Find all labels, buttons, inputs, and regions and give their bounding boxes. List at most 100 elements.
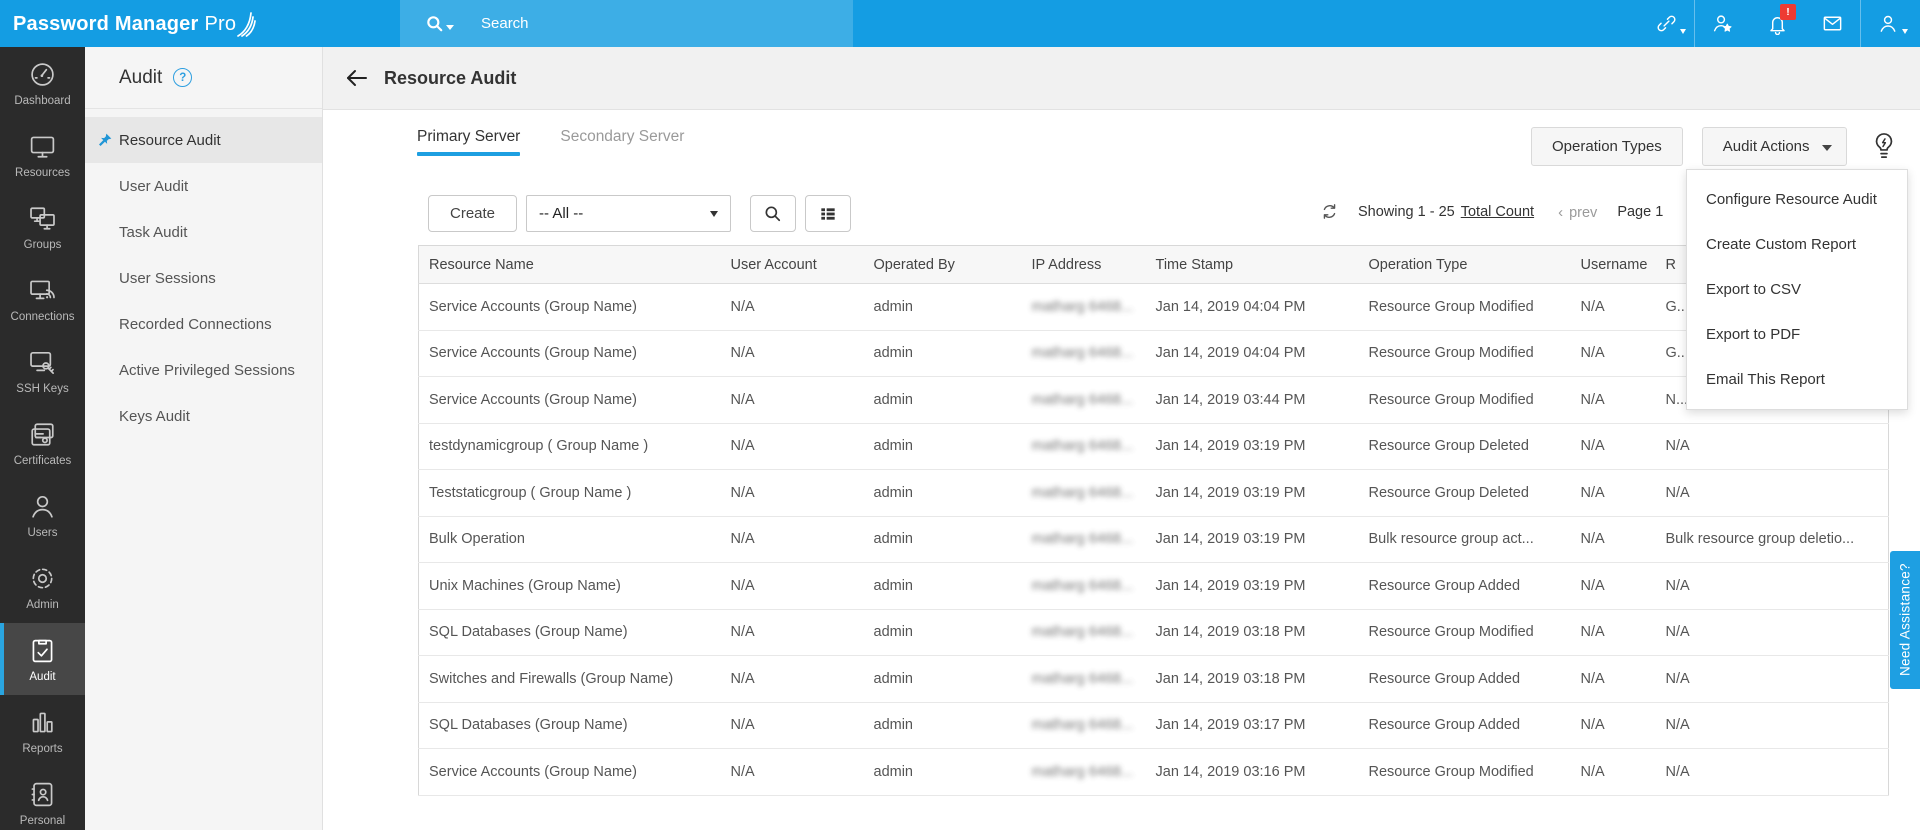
column-header-username[interactable]: Username xyxy=(1570,245,1656,284)
sidebar-item-resources[interactable]: Resources xyxy=(0,119,85,191)
redacted-ip-text: matharg 6468... xyxy=(1031,624,1134,641)
cell-username: N/A xyxy=(1570,516,1656,563)
tab-primary-server[interactable]: Primary Server xyxy=(417,128,521,156)
admin-favorites-icon[interactable] xyxy=(1695,0,1750,47)
column-header-ip-address[interactable]: IP Address xyxy=(1021,245,1146,284)
app-window: Password Manager Pro Search ! Dashboard … xyxy=(0,0,1920,830)
global-search-input[interactable]: Search xyxy=(400,0,853,47)
table-row[interactable]: Service Accounts (Group Name) N/A admin … xyxy=(418,748,1889,796)
redacted-ip-text: matharg 6468... xyxy=(1031,531,1134,548)
filter-dropdown[interactable]: -- All -- xyxy=(526,195,732,232)
total-count-link[interactable]: Total Count xyxy=(1461,204,1534,220)
cell-operation-type: Resource Group Modified xyxy=(1358,330,1571,377)
submenu-item-user-audit[interactable]: User Audit xyxy=(85,163,322,209)
redacted-ip-text: matharg 6468... xyxy=(1031,763,1134,780)
table-row[interactable]: SQL Databases (Group Name) N/A admin mat… xyxy=(418,702,1889,749)
help-icon[interactable]: ? xyxy=(173,68,193,87)
cell-operated-by: admin xyxy=(863,702,1022,749)
sidebar-item-dashboard[interactable]: Dashboard xyxy=(0,47,85,119)
tips-lightbulb-icon[interactable] xyxy=(1869,130,1901,164)
user-menu-icon[interactable] xyxy=(1861,0,1916,47)
cell-username: N/A xyxy=(1570,376,1656,424)
submenu-item-task-audit[interactable]: Task Audit xyxy=(85,209,322,255)
table-row[interactable]: Service Accounts (Group Name) N/A admin … xyxy=(418,283,1889,331)
sidebar-item-audit[interactable]: Audit xyxy=(0,623,85,695)
password-link-icon[interactable] xyxy=(1639,0,1694,47)
cell-user-account: N/A xyxy=(720,562,864,610)
sidebar-item-personal[interactable]: Personal xyxy=(0,767,85,830)
table-row[interactable]: Service Accounts (Group Name) N/A admin … xyxy=(418,376,1889,424)
sidebar-item-users[interactable]: Users xyxy=(0,479,85,551)
need-assistance-tab[interactable]: Need Assistance? xyxy=(1890,551,1920,689)
cell-reason: N/A xyxy=(1655,609,1889,656)
operation-types-button[interactable]: Operation Types xyxy=(1531,127,1683,166)
table-row[interactable]: SQL Databases (Group Name) N/A admin mat… xyxy=(418,609,1889,656)
cell-user-account: N/A xyxy=(720,516,864,563)
refresh-icon[interactable] xyxy=(1320,202,1340,222)
submenu-item-active-privileged-sessions[interactable]: Active Privileged Sessions xyxy=(85,347,322,393)
cell-time-stamp: Jan 14, 2019 03:19 PM xyxy=(1145,423,1359,470)
menu-item-configure-resource-audit[interactable]: Configure Resource Audit xyxy=(1687,177,1907,222)
table-row[interactable]: Switches and Firewalls (Group Name) N/A … xyxy=(418,655,1889,703)
table-search-button[interactable] xyxy=(750,195,797,232)
menu-item-export-to-pdf[interactable]: Export to PDF xyxy=(1687,312,1907,357)
showing-count: Showing 1 - 25 xyxy=(1358,204,1455,220)
content-header: Resource Audit xyxy=(323,47,1920,110)
tab-secondary-server[interactable]: Secondary Server xyxy=(560,128,684,156)
cell-operated-by: admin xyxy=(863,748,1022,796)
audit-actions-button[interactable]: Audit Actions xyxy=(1701,127,1847,166)
app-logo[interactable]: Password Manager Pro xyxy=(13,0,257,47)
cell-ip-address: matharg 6468... xyxy=(1021,516,1146,563)
notifications-bell-icon[interactable]: ! xyxy=(1750,0,1805,47)
cell-username: N/A xyxy=(1570,702,1656,749)
cell-user-account: N/A xyxy=(720,330,864,377)
sidebar-item-admin[interactable]: Admin xyxy=(0,551,85,623)
sidebar-item-certificates[interactable]: Certificates xyxy=(0,407,85,479)
cell-time-stamp: Jan 14, 2019 03:19 PM xyxy=(1145,469,1359,517)
cell-operation-type: Resource Group Added xyxy=(1358,702,1571,749)
sidebar-item-ssh-keys[interactable]: SSH Keys xyxy=(0,335,85,407)
sidebar-item-connections[interactable]: Connections xyxy=(0,263,85,335)
cell-ip-address: matharg 6468... xyxy=(1021,702,1146,749)
sidebar-item-label: SSH Keys xyxy=(16,382,69,395)
sidebar-item-label: Dashboard xyxy=(14,94,71,107)
submenu-item-resource-audit[interactable]: Resource Audit xyxy=(85,117,322,163)
back-arrow-icon[interactable] xyxy=(343,65,369,91)
table-row[interactable]: Teststaticgroup ( Group Name ) N/A admin… xyxy=(418,469,1889,517)
submenu-item-recorded-connections[interactable]: Recorded Connections xyxy=(85,301,322,347)
server-tabs: Primary Server Secondary Server xyxy=(417,128,684,156)
cell-ip-address: matharg 6468... xyxy=(1021,655,1146,703)
table-row[interactable]: Service Accounts (Group Name) N/A admin … xyxy=(418,330,1889,377)
prev-page-button[interactable]: ‹ prev xyxy=(1558,204,1597,221)
column-header-operated-by[interactable]: Operated By xyxy=(863,245,1022,284)
cell-username: N/A xyxy=(1570,283,1656,331)
submenu-item-user-sessions[interactable]: User Sessions xyxy=(85,255,322,301)
cell-resource-name: Bulk Operation xyxy=(418,516,721,563)
sidebar-item-groups[interactable]: Groups xyxy=(0,191,85,263)
search-scope-caret-icon[interactable] xyxy=(446,25,454,30)
submenu-item-label: User Audit xyxy=(119,177,189,195)
cell-operated-by: admin xyxy=(863,376,1022,424)
mail-icon[interactable] xyxy=(1805,0,1860,47)
column-chooser-button[interactable] xyxy=(805,195,852,232)
search-placeholder: Search xyxy=(481,15,529,32)
sidebar-item-icon xyxy=(28,780,57,809)
menu-item-create-custom-report[interactable]: Create Custom Report xyxy=(1687,222,1907,267)
table-row[interactable]: Unix Machines (Group Name) N/A admin mat… xyxy=(418,562,1889,610)
column-header-resource-name[interactable]: Resource Name xyxy=(418,245,721,284)
column-header-time-stamp[interactable]: Time Stamp xyxy=(1145,245,1359,284)
table-row[interactable]: testdynamicgroup ( Group Name ) N/A admi… xyxy=(418,423,1889,470)
cell-operation-type: Resource Group Modified xyxy=(1358,609,1571,656)
audit-submenu-panel: Audit ? Resource Audit User Audit Task A… xyxy=(85,47,323,830)
menu-item-email-this-report[interactable]: Email This Report xyxy=(1687,357,1907,402)
column-header-user-account[interactable]: User Account xyxy=(720,245,864,284)
filter-dropdown-value: -- All -- xyxy=(539,205,584,222)
column-header-operation-type[interactable]: Operation Type xyxy=(1358,245,1571,284)
cell-time-stamp: Jan 14, 2019 03:17 PM xyxy=(1145,702,1359,749)
sidebar-item-reports[interactable]: Reports xyxy=(0,695,85,767)
menu-item-export-to-csv[interactable]: Export to CSV xyxy=(1687,267,1907,312)
create-button[interactable]: Create xyxy=(428,195,518,232)
table-row[interactable]: Bulk Operation N/A admin matharg 6468...… xyxy=(418,516,1889,563)
submenu-item-keys-audit[interactable]: Keys Audit xyxy=(85,393,322,439)
cell-operated-by: admin xyxy=(863,283,1022,331)
